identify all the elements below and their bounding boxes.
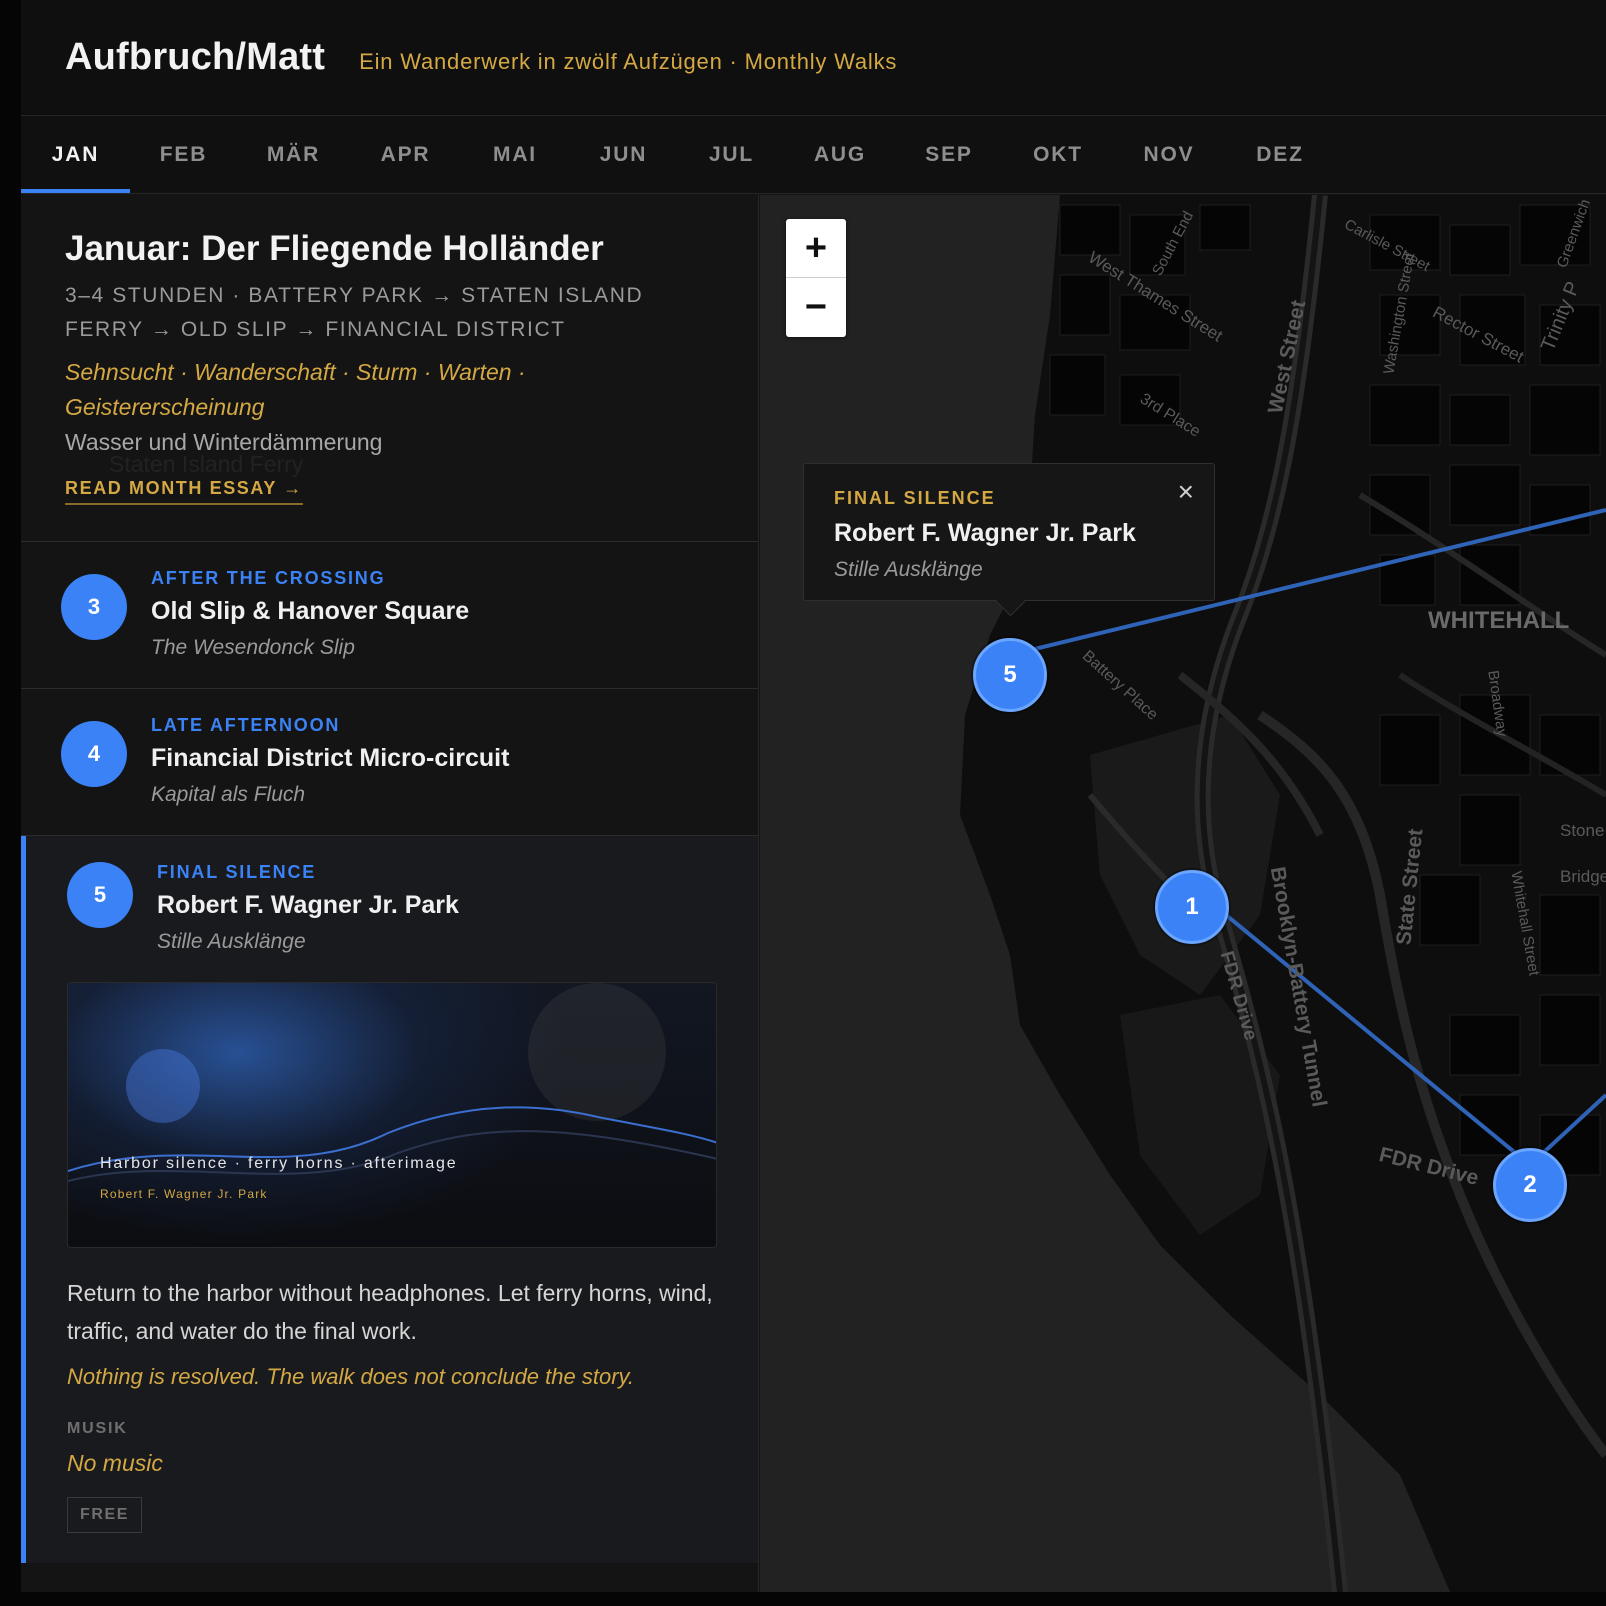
- stop-item-3[interactable]: 3 AFTER THE CROSSING Old Slip & Hanover …: [21, 542, 758, 689]
- tab-jan[interactable]: JAN: [21, 116, 130, 193]
- stop-number-badge: 3: [61, 574, 127, 640]
- music-label: MUSIK: [67, 1420, 128, 1437]
- walk-sidebar: Januar: Der Fliegende Holländer 3–4 STUN…: [21, 195, 759, 1592]
- stop-body: FINAL SILENCE Robert F. Wagner Jr. Park …: [157, 862, 459, 954]
- tab-dez[interactable]: DEZ: [1225, 116, 1335, 193]
- stop-name: Old Slip & Hanover Square: [151, 597, 470, 625]
- month-title: Januar: Der Fliegende Holländer: [65, 229, 604, 268]
- stop-quote: Nothing is resolved. The walk does not c…: [67, 1364, 635, 1389]
- price-badge: FREE: [67, 1497, 143, 1533]
- window-left-edge: [0, 0, 21, 1606]
- zoom-control: + −: [786, 219, 846, 337]
- stop-kicker: FINAL SILENCE: [157, 862, 317, 882]
- stop-media-card[interactable]: Harbor silence · ferry horns · afterimag…: [67, 982, 717, 1248]
- tab-apr[interactable]: APR: [350, 116, 461, 193]
- walk-map[interactable]: South End West Thames Street Carlisle St…: [760, 195, 1606, 1592]
- stop-body: LATE AFTERNOON Financial District Micro-…: [151, 715, 509, 807]
- stop-number-badge: 4: [61, 721, 127, 787]
- map-label-bridge: Bridge: [1560, 867, 1606, 886]
- map-label-stone: Stone: [1560, 821, 1605, 840]
- map-marker-5[interactable]: 5: [973, 638, 1047, 712]
- scrolled-stop-ghost: Staten Island Ferry: [109, 451, 304, 477]
- stop-subtitle: Stille Ausklänge: [157, 930, 306, 953]
- map-marker-1[interactable]: 1: [1155, 870, 1229, 944]
- media-place: Robert F. Wagner Jr. Park: [100, 1187, 268, 1201]
- app-subtitle: Ein Wanderwerk in zwölf Aufzügen · Month…: [359, 48, 898, 74]
- media-caption: Harbor silence · ferry horns · afterimag…: [100, 1155, 458, 1172]
- popup-subtitle: Stille Ausklänge: [834, 558, 983, 581]
- tab-mai[interactable]: MAI: [461, 116, 569, 193]
- stop-number-badge: 5: [67, 862, 133, 928]
- stop-description: Return to the harbor without headphones.…: [67, 1280, 713, 1344]
- tab-jul[interactable]: JUL: [678, 116, 785, 193]
- stop-body: AFTER THE CROSSING Old Slip & Hanover Sq…: [151, 568, 469, 660]
- month-setting: Wasser und Winterdämmerung: [65, 429, 383, 455]
- stop-item-5-expanded[interactable]: 5 FINAL SILENCE Robert F. Wagner Jr. Par…: [21, 836, 758, 1563]
- read-essay-link[interactable]: READ MONTH ESSAY →: [65, 478, 303, 505]
- app-header: Aufbruch/Matt Ein Wanderwerk in zwölf Au…: [21, 0, 1606, 116]
- map-marker-2[interactable]: 2: [1493, 1148, 1567, 1222]
- tab-feb[interactable]: FEB: [130, 116, 237, 193]
- stop-subtitle: Kapital als Fluch: [151, 783, 306, 806]
- stop-kicker: LATE AFTERNOON: [151, 715, 341, 735]
- month-route: 3–4 STUNDEN · BATTERY PARK → STATEN ISLA…: [65, 284, 644, 341]
- window-bottom-edge: [0, 1592, 1606, 1606]
- month-themes: Sehnsucht · Wanderschaft · Sturm · Warte…: [65, 359, 526, 420]
- media-wave-graphic: [68, 1106, 716, 1182]
- map-label-whitehall: WHITEHALL: [1428, 607, 1570, 634]
- map-popup: FINAL SILENCE Robert F. Wagner Jr. Park …: [803, 463, 1215, 601]
- stop-item-4[interactable]: 4 LATE AFTERNOON Financial District Micr…: [21, 689, 758, 836]
- zoom-in-button[interactable]: +: [786, 219, 846, 278]
- stop-name: Financial District Micro-circuit: [151, 744, 510, 772]
- popup-title: Robert F. Wagner Jr. Park: [834, 519, 1136, 547]
- tab-jun[interactable]: JUN: [569, 116, 678, 193]
- stop-name: Robert F. Wagner Jr. Park: [157, 891, 459, 919]
- tab-okt[interactable]: OKT: [1003, 116, 1113, 193]
- month-overview: Januar: Der Fliegende Holländer 3–4 STUN…: [21, 195, 758, 542]
- tab-aug[interactable]: AUG: [785, 116, 895, 193]
- music-value: No music: [67, 1450, 163, 1476]
- stop-subtitle: The Wesendonck Slip: [151, 636, 355, 659]
- tab-sep[interactable]: SEP: [895, 116, 1003, 193]
- stop-head: 5 FINAL SILENCE Robert F. Wagner Jr. Par…: [67, 862, 718, 954]
- tab-nov[interactable]: NOV: [1113, 116, 1225, 193]
- close-icon[interactable]: ×: [1178, 476, 1194, 508]
- stop-kicker: AFTER THE CROSSING: [151, 568, 386, 588]
- app-shell: Aufbruch/Matt Ein Wanderwerk in zwölf Au…: [21, 0, 1606, 1592]
- popup-kicker: FINAL SILENCE: [834, 488, 996, 508]
- month-tabs: JAN FEB MÄR APR MAI JUN JUL AUG SEP OKT …: [21, 116, 1606, 194]
- app-title: Aufbruch/Matt: [65, 36, 326, 78]
- zoom-out-button[interactable]: −: [786, 278, 846, 337]
- tab-mar[interactable]: MÄR: [237, 116, 350, 193]
